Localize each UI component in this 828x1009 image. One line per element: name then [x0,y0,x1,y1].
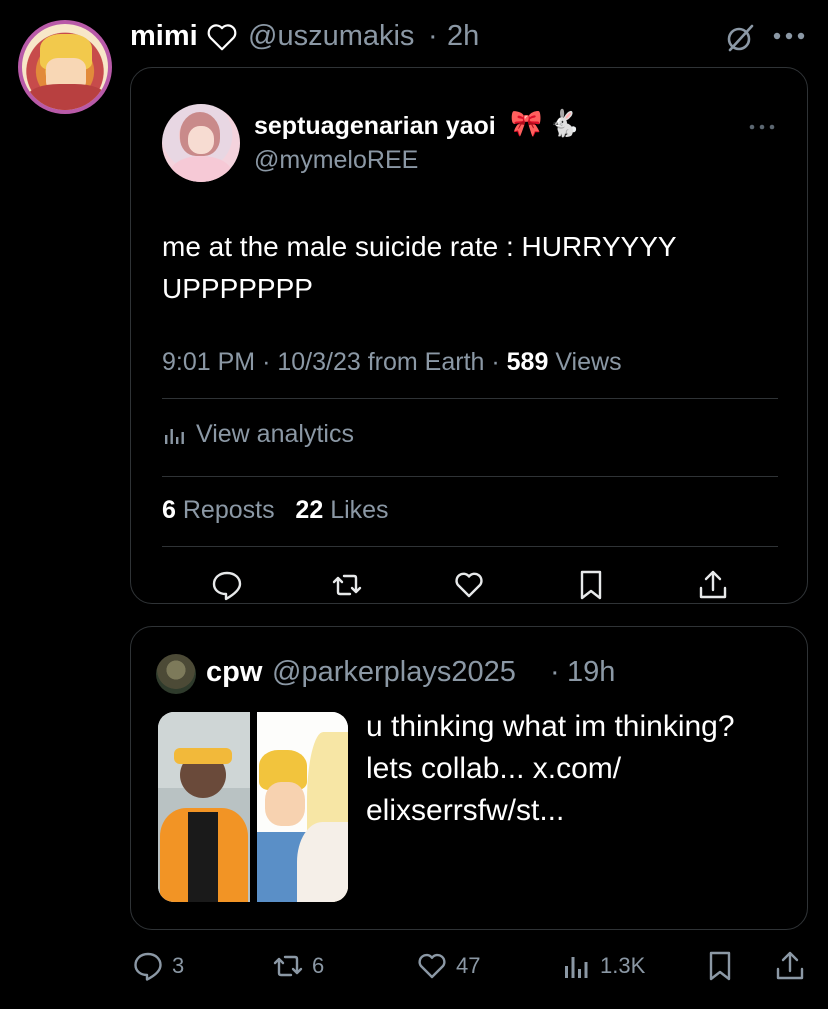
meta-time: 9:01 PM [162,348,256,376]
rabbit-emoji: 🐇 [548,108,581,138]
divider [162,546,778,547]
views-button[interactable]: 1.3K [560,950,645,982]
grok-icon[interactable] [724,22,756,54]
share-button[interactable] [774,950,806,982]
meta-sep: · [262,348,271,376]
like-button[interactable]: 47 [416,950,480,982]
reposts-label[interactable]: Reposts [183,496,275,524]
likes-count[interactable]: 22 [295,496,323,524]
more-options-icon[interactable] [772,30,806,42]
quoted-tweet-text: me at the male suicide rate : HURRYYYY U… [162,231,677,304]
quoted-author-handle[interactable]: @mymeloREE [254,146,418,175]
quote-separator: · [550,656,560,688]
repost-button[interactable]: 6 [272,950,324,982]
like-count: 47 [456,953,481,978]
repost-count: 6 [312,953,325,978]
divider [162,398,778,399]
share-icon [776,951,804,980]
author-display-name[interactable]: mimi [130,20,198,53]
quote-author-handle[interactable]: @parkerplays2025 [272,656,516,689]
reply-icon [134,952,162,981]
quoted-author-avatar[interactable] [162,104,240,182]
heart-icon [418,953,446,979]
quoted-like-icon[interactable] [452,568,486,602]
meta-sep-2: · [491,348,500,376]
quoted-repost-icon[interactable] [330,568,364,602]
views-count: 1.3K [600,953,646,978]
views-icon [565,957,588,978]
quoted-share-icon[interactable] [696,568,730,602]
engagement-stats: 6 Reposts 22 Likes [162,496,389,525]
author-avatar[interactable] [18,20,112,114]
meta-source: from Earth [367,348,485,376]
analytics-icon [165,428,184,444]
quoted-reply-icon[interactable] [210,568,244,602]
bookmark-icon [709,951,731,981]
divider [162,476,778,477]
bookmark-button[interactable] [704,950,736,982]
likes-label[interactable]: Likes [330,496,388,524]
heart-outline-icon [204,22,240,52]
quote-author-avatar[interactable] [156,654,196,694]
post-time[interactable]: 2h [447,20,479,53]
views-label: Views [555,348,622,376]
quoted-bookmark-icon[interactable] [574,568,608,602]
views-count: 589 [506,348,549,376]
quote-time[interactable]: 19h [567,656,615,689]
author-handle[interactable]: @uszumakis [248,20,414,53]
quoted-tweet-meta: 9:01 PM · 10/3/23 from Earth · 589 Views [162,348,622,377]
meta-date: 10/3/23 [277,348,361,376]
quoted-author-name[interactable]: septuagenarian yaoi [254,112,496,141]
view-analytics-label: View analytics [196,420,354,448]
view-analytics-link[interactable]: View analytics [162,420,354,449]
repost-icon [273,955,303,977]
reposts-count[interactable]: 6 [162,496,176,524]
quote-text: u thinking what im thinking? lets collab… [366,710,735,827]
reply-button[interactable]: 3 [132,950,184,982]
ribbon-emoji: 🎀 [510,108,543,138]
header-separator: · [428,20,438,52]
quote-author-name[interactable]: cpw [206,656,262,689]
reply-count: 3 [172,953,185,978]
quote-media-image[interactable] [158,712,348,902]
quoted-more-icon[interactable] [748,122,776,132]
